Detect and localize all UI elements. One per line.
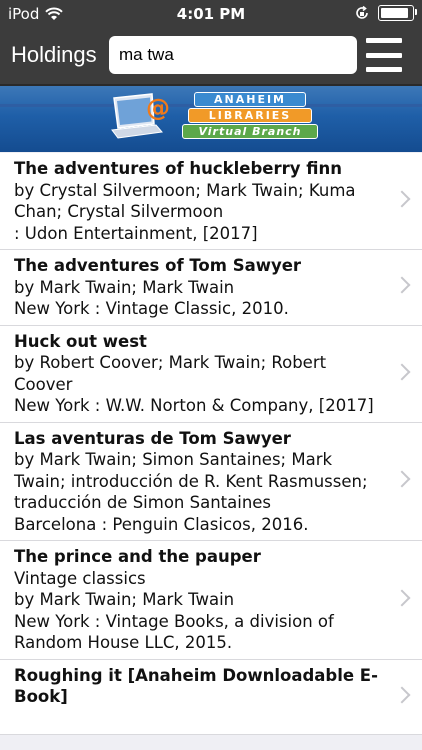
item-authors: by Mark Twain; Mark Twain [14, 590, 235, 609]
item-title: The adventures of Tom Sawyer [14, 256, 302, 275]
page-title: Holdings [11, 42, 97, 67]
list-item[interactable]: Huck out west by Robert Coover; Mark Twa… [0, 326, 422, 423]
item-publisher: Barcelona : Penguin Clasicos, 2016. [14, 514, 309, 534]
item-authors: by Robert Coover; Mark Twain; Robert Coo… [14, 353, 327, 394]
list-item[interactable]: Las aventuras de Tom Sawyer by Mark Twai… [0, 423, 422, 541]
status-bar: iPod 4:01 PM [0, 0, 422, 28]
item-title: Roughing it [Anaheim Downloadable E-Book… [14, 665, 378, 707]
item-publisher: : Udon Entertainment, [2017] [14, 223, 258, 243]
anaheim-libraries-logo: ANAHEIM LIBRARIES Virtual Branch [182, 92, 318, 140]
search-input[interactable] [109, 36, 357, 74]
laptop-at-icon: @ [111, 93, 170, 139]
list-item[interactable]: The adventures of Tom Sawyer by Mark Twa… [0, 250, 422, 326]
chevron-right-icon [393, 363, 411, 380]
orientation-lock-icon [356, 5, 368, 19]
item-authors: by Crystal Silvermoon; Mark Twain; Kuma … [14, 180, 356, 222]
item-title: Las aventuras de Tom Sawyer [14, 428, 291, 448]
item-publisher: New York : Vintage Books, a division of … [14, 611, 334, 653]
chevron-right-icon [393, 276, 411, 294]
item-series: Vintage classics [14, 568, 146, 588]
item-title: The adventures of huckleberry finn [14, 159, 342, 178]
menu-icon[interactable] [366, 38, 402, 72]
svg-text:@: @ [146, 94, 170, 122]
item-authors: by Mark Twain; Mark Twain [14, 277, 235, 297]
list-item[interactable]: The adventures of huckleberry finn by Cr… [0, 153, 422, 250]
library-banner: @ ANAHEIM LIBRARIES Virtual Branch [0, 84, 422, 152]
item-authors: by Mark Twain; Simon Santaines; Mark Twa… [14, 450, 368, 512]
chevron-right-icon [393, 190, 411, 208]
item-title: The prince and the pauper [14, 547, 261, 566]
item-title: Huck out west [14, 331, 147, 351]
list-item[interactable]: Roughing it [Anaheim Downloadable E-Book… [0, 660, 422, 735]
results-list: The adventures of huckleberry finn by Cr… [0, 153, 422, 735]
battery-icon [378, 5, 417, 21]
item-publisher: New York : Vintage Classic, 2010. [14, 299, 289, 318]
chevron-right-icon [393, 686, 411, 703]
item-publisher: New York : W.W. Norton & Company, [2017] [14, 396, 374, 415]
chevron-right-icon [393, 470, 411, 488]
nav-bar: Holdings [0, 28, 422, 84]
chevron-right-icon [393, 589, 411, 607]
list-item[interactable]: The prince and the pauper Vintage classi… [0, 541, 422, 660]
status-right [354, 5, 417, 21]
